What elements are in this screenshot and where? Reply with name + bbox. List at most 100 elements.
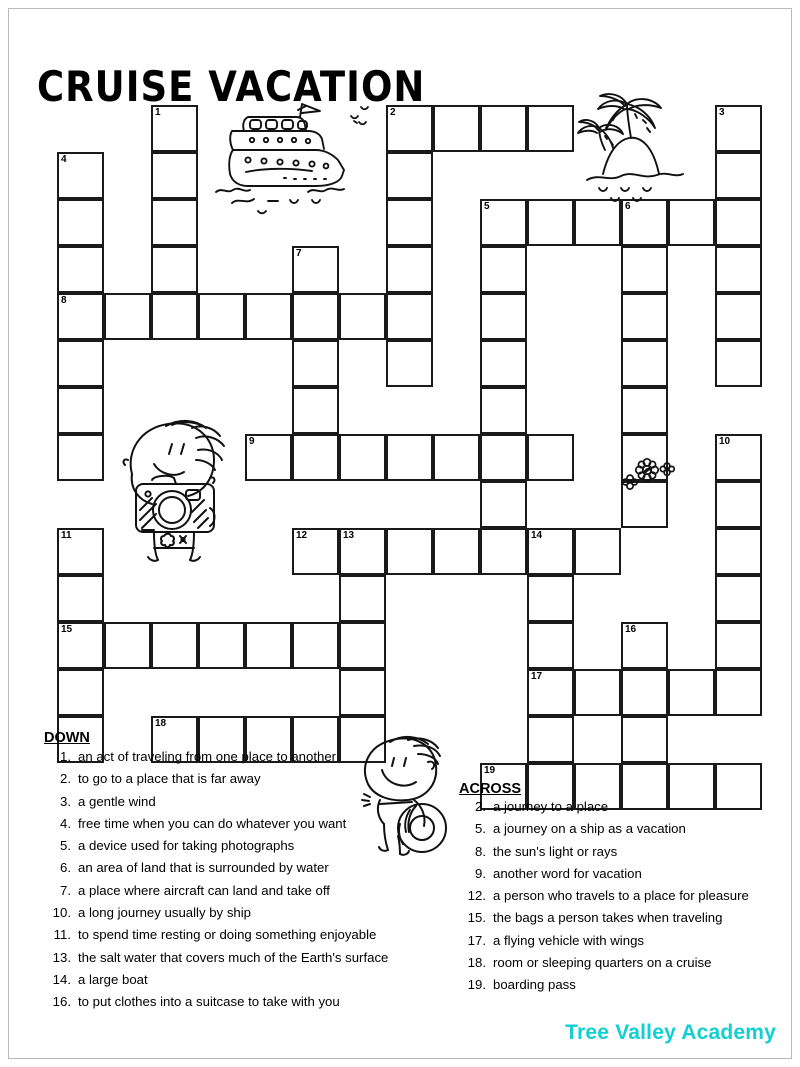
worksheet-page: CRUISE VACATION 1 2 3 4 5 6 7 8 9 10 11 12 13 14 15 16 1… [0, 0, 800, 1067]
grid-cell[interactable] [480, 340, 527, 387]
grid-cell[interactable] [57, 575, 104, 622]
grid-cell[interactable] [621, 246, 668, 293]
grid-cell[interactable] [527, 434, 574, 481]
grid-cell[interactable] [480, 387, 527, 434]
grid-cell[interactable] [480, 481, 527, 528]
grid-cell[interactable] [715, 575, 762, 622]
across-clue-item-number: 15. [467, 910, 486, 926]
down-clue-item: 13. the salt water that covers much of th… [44, 950, 404, 965]
grid-cell[interactable] [104, 293, 151, 340]
grid-cell[interactable] [715, 199, 762, 246]
down-clue-item-text: an act of traveling from one place to an… [78, 749, 337, 764]
grid-cell[interactable] [339, 293, 386, 340]
grid-cell[interactable]: 16 [621, 622, 668, 669]
down-clue-item-number: 2. [60, 771, 71, 787]
down-clue-item-text: free time when you can do whatever you w… [78, 815, 347, 831]
grid-cell[interactable] [715, 528, 762, 575]
grid-cell[interactable]: 1 [151, 105, 198, 152]
grid-cell[interactable] [715, 293, 762, 340]
grid-cell[interactable] [527, 622, 574, 669]
grid-cell[interactable]: 9 [245, 434, 292, 481]
grid-cell[interactable] [292, 340, 339, 387]
grid-cell[interactable] [339, 434, 386, 481]
grid-cell[interactable] [151, 246, 198, 293]
grid-cell[interactable] [57, 340, 104, 387]
grid-cell[interactable] [480, 434, 527, 481]
grid-cell[interactable] [57, 199, 104, 246]
grid-cell[interactable] [574, 669, 621, 716]
grid-cell[interactable] [715, 669, 762, 716]
grid-cell[interactable] [433, 105, 480, 152]
grid-cell[interactable] [715, 246, 762, 293]
grid-cell[interactable]: 8 [57, 293, 104, 340]
across-clue-item-number: 5. [475, 821, 486, 837]
grid-cell[interactable] [480, 293, 527, 340]
grid-cell[interactable] [433, 528, 480, 575]
grid-cell[interactable] [104, 622, 151, 669]
grid-cell[interactable] [292, 387, 339, 434]
grid-cell[interactable] [386, 152, 433, 199]
grid-cell[interactable]: 12 [292, 528, 339, 575]
grid-cell[interactable] [386, 434, 433, 481]
grid-cell[interactable] [480, 528, 527, 575]
grid-cell[interactable] [57, 434, 104, 481]
grid-cell[interactable] [621, 716, 668, 763]
grid-cell[interactable] [151, 199, 198, 246]
grid-cell[interactable]: 10 [715, 434, 762, 481]
grid-cell-number: 9 [249, 436, 255, 447]
grid-cell[interactable]: 11 [57, 528, 104, 575]
grid-cell[interactable] [386, 199, 433, 246]
grid-cell[interactable]: 2 [386, 105, 433, 152]
grid-cell[interactable] [668, 669, 715, 716]
grid-cell[interactable] [151, 152, 198, 199]
across-clues-heading: ACROSS [459, 781, 522, 797]
grid-cell[interactable] [339, 669, 386, 716]
grid-cell[interactable] [245, 293, 292, 340]
grid-cell[interactable] [574, 528, 621, 575]
grid-cell[interactable] [433, 434, 480, 481]
grid-cell[interactable] [715, 622, 762, 669]
grid-cell[interactable] [339, 622, 386, 669]
grid-cell[interactable] [621, 669, 668, 716]
down-clue-item: 7. a place where aircraft can land and ta… [44, 882, 404, 898]
grid-cell[interactable]: 17 [527, 669, 574, 716]
grid-cell[interactable] [386, 293, 433, 340]
grid-cell[interactable] [198, 622, 245, 669]
grid-cell[interactable] [621, 293, 668, 340]
grid-cell[interactable]: 14 [527, 528, 574, 575]
grid-cell[interactable]: 4 [57, 152, 104, 199]
grid-cell[interactable] [527, 716, 574, 763]
grid-cell[interactable] [57, 246, 104, 293]
across-clue-item: 18. room or sleeping quarters on a cruise [459, 956, 789, 970]
grid-cell[interactable] [245, 622, 292, 669]
down-clue-item-text: a place where aircraft can land and take… [78, 882, 330, 898]
grid-cell[interactable] [386, 340, 433, 387]
grid-cell[interactable] [292, 622, 339, 669]
grid-cell[interactable] [480, 246, 527, 293]
grid-cell[interactable] [292, 293, 339, 340]
grid-cell[interactable] [151, 622, 198, 669]
grid-cell[interactable] [57, 387, 104, 434]
grid-cell[interactable] [527, 575, 574, 622]
grid-cell[interactable] [386, 528, 433, 575]
grid-cell[interactable] [621, 340, 668, 387]
grid-cell[interactable]: 3 [715, 105, 762, 152]
grid-cell[interactable]: 15 [57, 622, 104, 669]
down-clue-item-number: 3. [60, 793, 71, 809]
grid-cell[interactable] [386, 246, 433, 293]
grid-cell[interactable] [292, 434, 339, 481]
grid-cell[interactable]: 7 [292, 246, 339, 293]
grid-cell[interactable] [339, 575, 386, 622]
across-clue-item-number: 9. [475, 865, 486, 881]
grid-cell[interactable] [715, 340, 762, 387]
grid-cell[interactable] [198, 293, 245, 340]
grid-cell[interactable] [480, 105, 527, 152]
grid-cell[interactable] [715, 152, 762, 199]
grid-cell[interactable] [151, 293, 198, 340]
down-clue-item-text: to go to a place that is far away [78, 771, 261, 787]
grid-cell[interactable] [57, 669, 104, 716]
grid-cell[interactable]: 5 [480, 199, 527, 246]
grid-cell[interactable] [715, 481, 762, 528]
grid-cell[interactable]: 13 [339, 528, 386, 575]
grid-cell[interactable] [621, 387, 668, 434]
